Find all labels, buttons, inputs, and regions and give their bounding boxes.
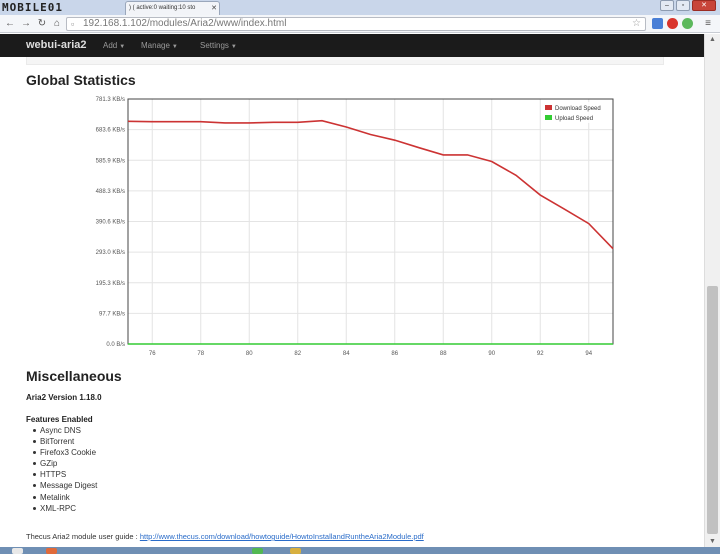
x-tick-label: 92 — [537, 351, 544, 357]
feature-item: Async DNS — [33, 425, 97, 436]
y-tick-label: 390.6 KB/s — [96, 220, 125, 226]
y-tick-label: 585.9 KB/s — [96, 158, 125, 164]
legend-swatch — [545, 115, 552, 120]
browser-tabstrip: MOBILE01 ) ( active:0 waiting:10 sto ✕ –… — [0, 0, 720, 15]
y-tick-label: 781.3 KB/s — [96, 97, 125, 103]
start-icon[interactable] — [12, 548, 23, 554]
y-tick-label: 0.0 B/s — [106, 342, 125, 348]
chevron-down-icon: ▼ — [171, 44, 178, 50]
minimize-icon[interactable]: – — [660, 0, 674, 11]
home-icon[interactable]: ⌂ — [51, 17, 63, 30]
app-brand[interactable]: webui-aria2 — [26, 34, 87, 57]
star-icon[interactable]: ☆ — [632, 18, 641, 30]
y-tick-label: 293.0 KB/s — [96, 250, 125, 256]
y-tick-label: 683.6 KB/s — [96, 128, 125, 134]
x-tick-label: 94 — [585, 351, 592, 357]
feature-item: Metalink — [33, 492, 97, 503]
x-tick-label: 76 — [149, 351, 156, 357]
browser-toolbar: ← → ↻ ⌂ ▫ 192.168.1.102/modules/Aria2/ww… — [0, 15, 720, 33]
os-taskbar — [0, 547, 720, 554]
feature-item: Message Digest — [33, 480, 97, 491]
page-scrollbar[interactable]: ▲ ▼ — [704, 34, 720, 554]
x-tick-label: 90 — [488, 351, 495, 357]
x-tick-label: 88 — [440, 351, 447, 357]
feature-item: GZip — [33, 458, 97, 469]
nav-manage-menu[interactable]: Manage ▼ — [141, 34, 178, 59]
reload-icon[interactable]: ↻ — [36, 17, 48, 30]
user-guide-line: Thecus Aria2 module user guide : http://… — [26, 532, 424, 541]
legend-swatch — [545, 105, 552, 110]
x-tick-label: 84 — [343, 351, 350, 357]
nav-settings-menu[interactable]: Settings ▼ — [200, 34, 237, 59]
url-text: 192.168.1.102/modules/Aria2/www/index.ht… — [83, 18, 287, 29]
user-guide-label: Thecus Aria2 module user guide : — [26, 532, 138, 541]
features-enabled-title: Features Enabled — [26, 415, 93, 424]
window-close-icon[interactable]: ✕ — [692, 0, 716, 11]
chevron-down-icon: ▼ — [230, 44, 237, 50]
feature-item: Firefox3 Cookie — [33, 447, 97, 458]
features-list: Async DNS BitTorrent Firefox3 Cookie GZi… — [33, 425, 97, 514]
feature-item: HTTPS — [33, 469, 97, 480]
nav-manage-label: Manage — [141, 41, 170, 50]
tab-title: ) ( active:0 waiting:10 sto — [129, 5, 196, 11]
scroll-thumb[interactable] — [707, 286, 718, 534]
panel-bottom-edge — [26, 57, 664, 65]
x-tick-label: 82 — [294, 351, 301, 357]
scroll-up-icon[interactable]: ▲ — [705, 34, 720, 46]
browser-tab[interactable]: ) ( active:0 waiting:10 sto ✕ — [125, 1, 220, 15]
address-bar[interactable]: ▫ 192.168.1.102/modules/Aria2/www/index.… — [66, 17, 646, 31]
taskbar-app-icon[interactable] — [46, 548, 57, 554]
close-icon[interactable]: ✕ — [211, 2, 217, 15]
legend-label: Upload Speed — [555, 116, 593, 122]
nav-add-menu[interactable]: Add ▼ — [103, 34, 125, 59]
back-icon[interactable]: ← — [4, 17, 16, 30]
chevron-down-icon: ▼ — [119, 44, 126, 50]
legend-label: Download Speed — [555, 106, 601, 112]
taskbar-app-icon[interactable] — [290, 548, 301, 554]
taskbar-app-icon[interactable] — [252, 548, 263, 554]
y-tick-label: 195.3 KB/s — [96, 281, 125, 287]
y-tick-label: 97.7 KB/s — [99, 311, 125, 317]
miscellaneous-heading: Miscellaneous — [26, 368, 122, 384]
app-navbar: webui-aria2 Add ▼ Manage ▼ Settings ▼ — [0, 34, 704, 57]
page-icon: ▫ — [71, 19, 75, 29]
y-tick-label: 488.3 KB/s — [96, 189, 125, 195]
feature-item: BitTorrent — [33, 436, 97, 447]
nav-settings-label: Settings — [200, 41, 229, 50]
window-controls: – ▫ ✕ — [660, 0, 716, 11]
x-tick-label: 80 — [246, 351, 253, 357]
extension-icon[interactable] — [667, 18, 678, 29]
speed-chart: 0.0 B/s 97.7 KB/s 195.3 KB/s 293.0 KB/s 390.… — [26, 92, 626, 360]
user-guide-link[interactable]: http://www.thecus.com/download/howtoguid… — [140, 532, 424, 541]
speed-chart-svg: 0.0 B/s 97.7 KB/s 195.3 KB/s 293.0 KB/s 390.… — [96, 97, 614, 357]
menu-icon[interactable]: ≡ — [702, 17, 714, 30]
extension-icon[interactable] — [682, 18, 693, 29]
forward-icon[interactable]: → — [20, 17, 32, 30]
aria2-version: Aria2 Version 1.18.0 — [26, 393, 102, 402]
feature-item: XML-RPC — [33, 503, 97, 514]
mobile01-logo: MOBILE01 — [2, 1, 63, 14]
global-statistics-heading: Global Statistics — [26, 72, 136, 88]
x-tick-label: 78 — [197, 351, 204, 357]
translate-icon[interactable] — [652, 18, 663, 29]
x-tick-label: 86 — [391, 351, 398, 357]
maximize-icon[interactable]: ▫ — [676, 0, 690, 11]
nav-add-label: Add — [103, 41, 118, 50]
